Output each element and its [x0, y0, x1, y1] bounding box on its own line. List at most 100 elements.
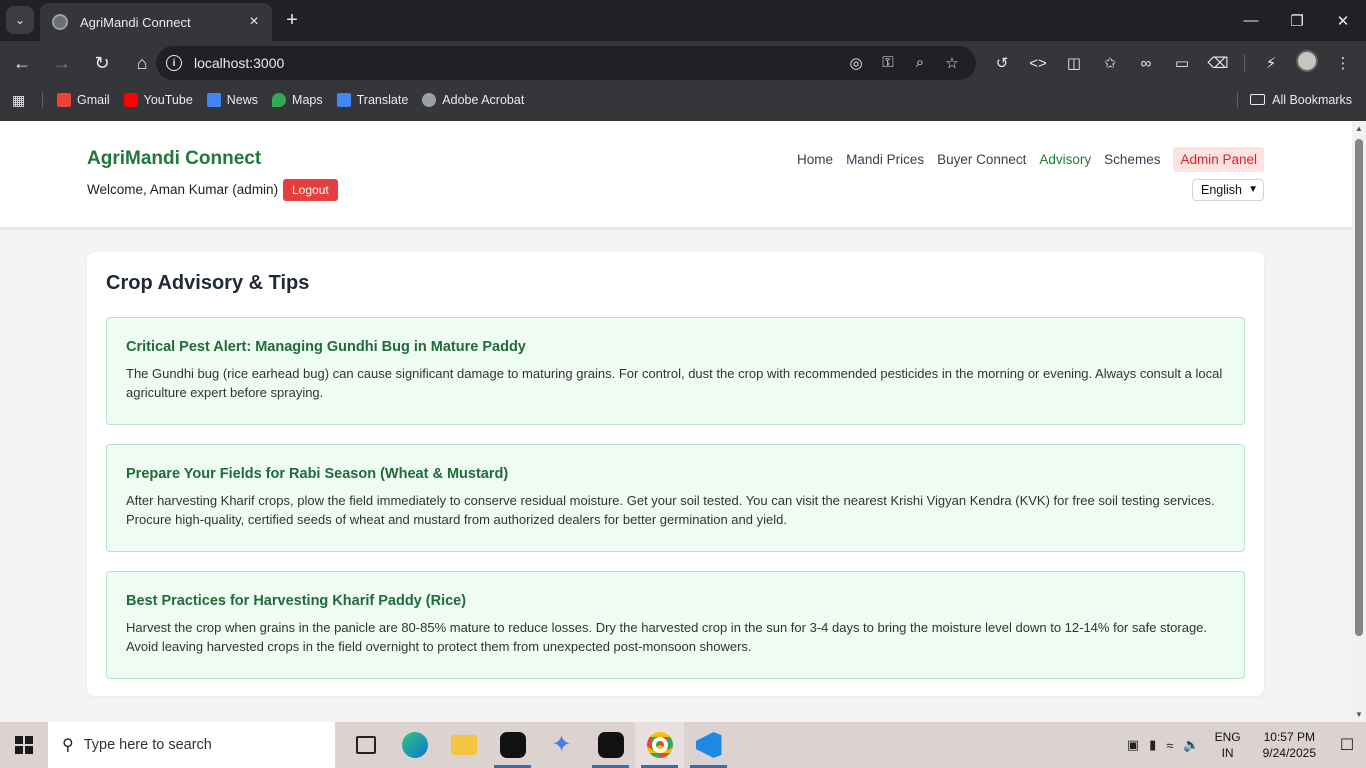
taskbar-apps: ✦	[341, 722, 733, 768]
chevron-down-icon: ▼	[1248, 184, 1258, 195]
site-info-icon[interactable]: i	[166, 55, 182, 71]
tracking-blocked-icon[interactable]: ◎	[840, 54, 872, 72]
scrollbar-thumb[interactable]	[1355, 139, 1363, 636]
nav-buyer-connect[interactable]: Buyer Connect	[937, 152, 1026, 167]
browser-tab[interactable]: AgriMandi Connect ×	[40, 3, 272, 41]
system-tray: ▣ ▮ ≈ 🔉 ENG IN 10:57 PM 9/24/2025 ☐	[1122, 722, 1366, 768]
bookmark-gmail[interactable]: Gmail	[57, 92, 110, 107]
bookmark-star-icon[interactable]: ☆	[936, 54, 968, 72]
windows-logo-icon	[15, 736, 33, 754]
bookmark-youtube[interactable]: YouTube	[123, 92, 193, 107]
language-select[interactable]: English ▼	[1192, 179, 1264, 201]
restore-button[interactable]: ❐	[1274, 0, 1320, 41]
sparkle-icon: ✦	[551, 731, 572, 758]
bookmark-adobe-acrobat[interactable]: Adobe Acrobat	[422, 92, 524, 107]
file-explorer-app[interactable]	[439, 722, 488, 768]
search-placeholder: Type here to search	[83, 737, 212, 753]
battery-icon[interactable]: ▮	[1149, 737, 1156, 753]
nav-admin-panel[interactable]: Admin Panel	[1173, 147, 1264, 172]
home-button[interactable]: ⌂	[124, 45, 160, 81]
new-tab-button[interactable]: +	[280, 8, 304, 32]
all-bookmarks-label: All Bookmarks	[1272, 92, 1352, 107]
meet-now-icon[interactable]: ▣	[1127, 737, 1139, 753]
globe-icon	[52, 14, 68, 30]
clock-date: 9/24/2025	[1262, 746, 1316, 760]
minimize-button[interactable]: —	[1228, 0, 1274, 41]
browser-toolbar: ← → ↻ ⌂ i localhost:3000 ◎ ⚿ ⌕ ☆ ↺ <> ◫ …	[0, 41, 1366, 85]
input-language[interactable]: ENG IN	[1215, 729, 1241, 761]
edge-app[interactable]	[390, 722, 439, 768]
tab-search-button[interactable]: ⌄	[6, 6, 34, 34]
url-text[interactable]: localhost:3000	[194, 55, 840, 71]
reload-button[interactable]: ↻	[84, 45, 120, 81]
nav-schemes[interactable]: Schemes	[1104, 152, 1160, 167]
window-controls: — ❐ ✕	[1228, 0, 1366, 41]
bookmark-translate[interactable]: Translate	[336, 92, 409, 107]
scroll-up-icon[interactable]: ▲	[1355, 124, 1363, 133]
tip-title: Critical Pest Alert: Managing Gundhi Bug…	[126, 339, 526, 355]
bookmarks-divider	[42, 91, 43, 108]
notifications-icon[interactable]: ☐	[1328, 735, 1366, 755]
devtools-icon[interactable]: <>	[1020, 55, 1056, 72]
github-icon	[597, 732, 624, 758]
history-icon[interactable]: ↺	[984, 54, 1020, 72]
logout-button[interactable]: Logout	[283, 179, 338, 201]
github-app[interactable]	[586, 722, 635, 768]
clock-time: 10:57 PM	[1263, 730, 1315, 744]
advisory-card: Crop Advisory & Tips Critical Pest Alert…	[87, 252, 1264, 696]
edge-icon	[401, 732, 428, 758]
trash-icon[interactable]: ⌫	[1200, 54, 1236, 72]
chatgpt-icon	[499, 732, 526, 758]
nav-home[interactable]: Home	[797, 152, 833, 167]
language-value: English	[1201, 183, 1242, 197]
taskbar-search[interactable]: ⚲ Type here to search	[48, 722, 335, 768]
bookmark-label: Translate	[356, 92, 409, 107]
zoom-icon[interactable]: ⌕	[904, 54, 936, 72]
nav-mandi-prices[interactable]: Mandi Prices	[846, 152, 924, 167]
close-tab-icon[interactable]: ×	[246, 13, 262, 31]
devices-icon[interactable]: ▭	[1164, 54, 1200, 72]
close-window-button[interactable]: ✕	[1320, 0, 1366, 41]
apps-grid-icon[interactable]: ▦	[12, 92, 28, 108]
browser-chrome: ⌄ AgriMandi Connect × + — ❐ ✕ ← → ↻ ⌂ i …	[0, 0, 1366, 121]
performance-icon[interactable]: ⚡	[1253, 54, 1289, 72]
incognito-icon[interactable]: ◫	[1056, 54, 1092, 72]
page-scrollbar[interactable]: ▲ ▼	[1352, 121, 1366, 722]
tab-strip: ⌄ AgriMandi Connect × + — ❐ ✕	[0, 0, 1366, 41]
link-icon[interactable]: ∞	[1128, 55, 1164, 72]
nav-advisory[interactable]: Advisory	[1039, 152, 1091, 167]
bookmark-label: News	[226, 92, 259, 107]
all-bookmarks-button[interactable]: All Bookmarks	[1237, 91, 1352, 108]
task-view-button[interactable]	[341, 722, 390, 768]
tip-body: Harvest the crop when grains in the pani…	[126, 620, 1208, 654]
lang-line: ENG	[1214, 730, 1241, 744]
welcome-text: Welcome, Aman Kumar (admin)	[87, 182, 279, 197]
profile-avatar[interactable]	[1289, 50, 1325, 76]
bookmarks-divider	[1237, 91, 1239, 108]
maps-pin-icon	[272, 92, 287, 107]
clock[interactable]: 10:57 PM 9/24/2025	[1263, 729, 1316, 761]
site-header: AgriMandi Connect Welcome, Aman Kumar (a…	[0, 121, 1352, 227]
menu-icon[interactable]: ⋮	[1325, 54, 1361, 72]
vscode-app[interactable]	[684, 722, 733, 768]
brand-logo[interactable]: AgriMandi Connect	[87, 148, 261, 170]
chatgpt-app[interactable]	[488, 722, 537, 768]
advisory-tip: Prepare Your Fields for Rabi Season (Whe…	[106, 444, 1245, 552]
extension-icons: ↺ <> ◫ ✩ ∞ ▭ ⌫ ⚡ ⋮	[984, 46, 1361, 80]
scroll-down-icon[interactable]: ▼	[1355, 710, 1363, 719]
chrome-app[interactable]	[635, 722, 684, 768]
volume-icon[interactable]: 🔉	[1183, 737, 1199, 753]
bookmark-news[interactable]: News	[206, 92, 259, 107]
start-button[interactable]	[0, 722, 48, 768]
chrome-icon	[646, 732, 673, 758]
back-button[interactable]: ←	[4, 45, 40, 81]
gemini-app[interactable]: ✦	[537, 722, 586, 768]
forward-button[interactable]: →	[44, 45, 80, 81]
address-bar[interactable]: i localhost:3000 ◎ ⚿ ⌕ ☆	[156, 46, 976, 80]
bookmark-maps[interactable]: Maps	[272, 92, 323, 107]
tab-title: AgriMandi Connect	[80, 14, 191, 30]
password-key-icon[interactable]: ⚿	[872, 54, 904, 72]
favorites-icon[interactable]: ✩	[1092, 54, 1128, 72]
youtube-icon	[123, 92, 138, 107]
wifi-icon[interactable]: ≈	[1166, 738, 1173, 753]
